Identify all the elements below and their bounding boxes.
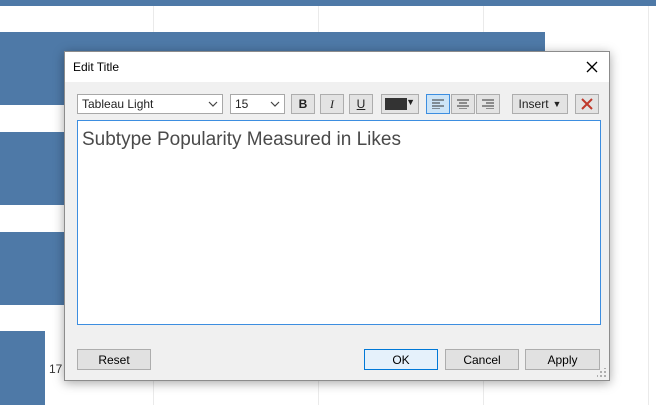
grid-line bbox=[648, 0, 649, 405]
dialog-titlebar: Edit Title bbox=[65, 52, 609, 82]
chevron-down-icon bbox=[208, 98, 218, 112]
font-family-select[interactable]: Tableau Light bbox=[77, 94, 223, 114]
insert-label: Insert bbox=[518, 97, 549, 111]
reset-label: Reset bbox=[98, 352, 130, 367]
underline-button[interactable]: U bbox=[349, 94, 373, 114]
ok-label: OK bbox=[392, 352, 410, 367]
underline-label: U bbox=[356, 97, 366, 111]
ok-button[interactable]: OK bbox=[364, 349, 438, 370]
caret-down-icon: ▼ bbox=[406, 97, 415, 107]
title-text-editor[interactable]: Subtype Popularity Measured in Likes bbox=[77, 120, 601, 325]
close-icon[interactable] bbox=[581, 56, 603, 78]
apply-label: Apply bbox=[547, 352, 578, 367]
italic-button[interactable]: I bbox=[320, 94, 344, 114]
align-center-icon bbox=[457, 99, 469, 109]
chart-top-band bbox=[0, 0, 656, 6]
reset-button[interactable]: Reset bbox=[77, 349, 151, 370]
italic-label: I bbox=[330, 96, 334, 111]
chart-bar[interactable] bbox=[0, 132, 66, 205]
edit-title-dialog: Edit Title Tableau Light 15 B I U ▼ Inse… bbox=[64, 51, 610, 381]
caret-down-icon: ▼ bbox=[552, 99, 562, 109]
chart-bar[interactable] bbox=[0, 331, 45, 405]
align-right-button[interactable] bbox=[476, 94, 500, 114]
insert-menu-button[interactable]: Insert ▼ bbox=[512, 94, 568, 114]
align-right-icon bbox=[482, 99, 494, 109]
font-size-select[interactable]: 15 bbox=[230, 94, 285, 114]
font-size-value: 15 bbox=[235, 97, 249, 111]
chevron-down-icon bbox=[270, 98, 280, 112]
font-family-value: Tableau Light bbox=[82, 97, 154, 111]
chart-bar[interactable] bbox=[0, 232, 66, 305]
cancel-button[interactable]: Cancel bbox=[445, 349, 519, 370]
cancel-label: Cancel bbox=[463, 352, 501, 367]
color-swatch bbox=[385, 98, 407, 110]
dialog-title: Edit Title bbox=[73, 60, 120, 74]
text-color-button[interactable]: ▼ bbox=[381, 94, 419, 114]
resize-grip-icon[interactable] bbox=[597, 368, 607, 378]
align-left-icon bbox=[432, 99, 444, 109]
red-x-icon bbox=[581, 98, 593, 110]
clear-formatting-button[interactable] bbox=[575, 94, 599, 114]
apply-button[interactable]: Apply bbox=[525, 349, 600, 370]
align-center-button[interactable] bbox=[451, 94, 475, 114]
bold-label: B bbox=[298, 97, 308, 111]
title-text: Subtype Popularity Measured in Likes bbox=[82, 129, 401, 150]
bold-button[interactable]: B bbox=[291, 94, 315, 114]
bar-value-label: 17 bbox=[49, 362, 63, 376]
align-left-button[interactable] bbox=[426, 94, 450, 114]
